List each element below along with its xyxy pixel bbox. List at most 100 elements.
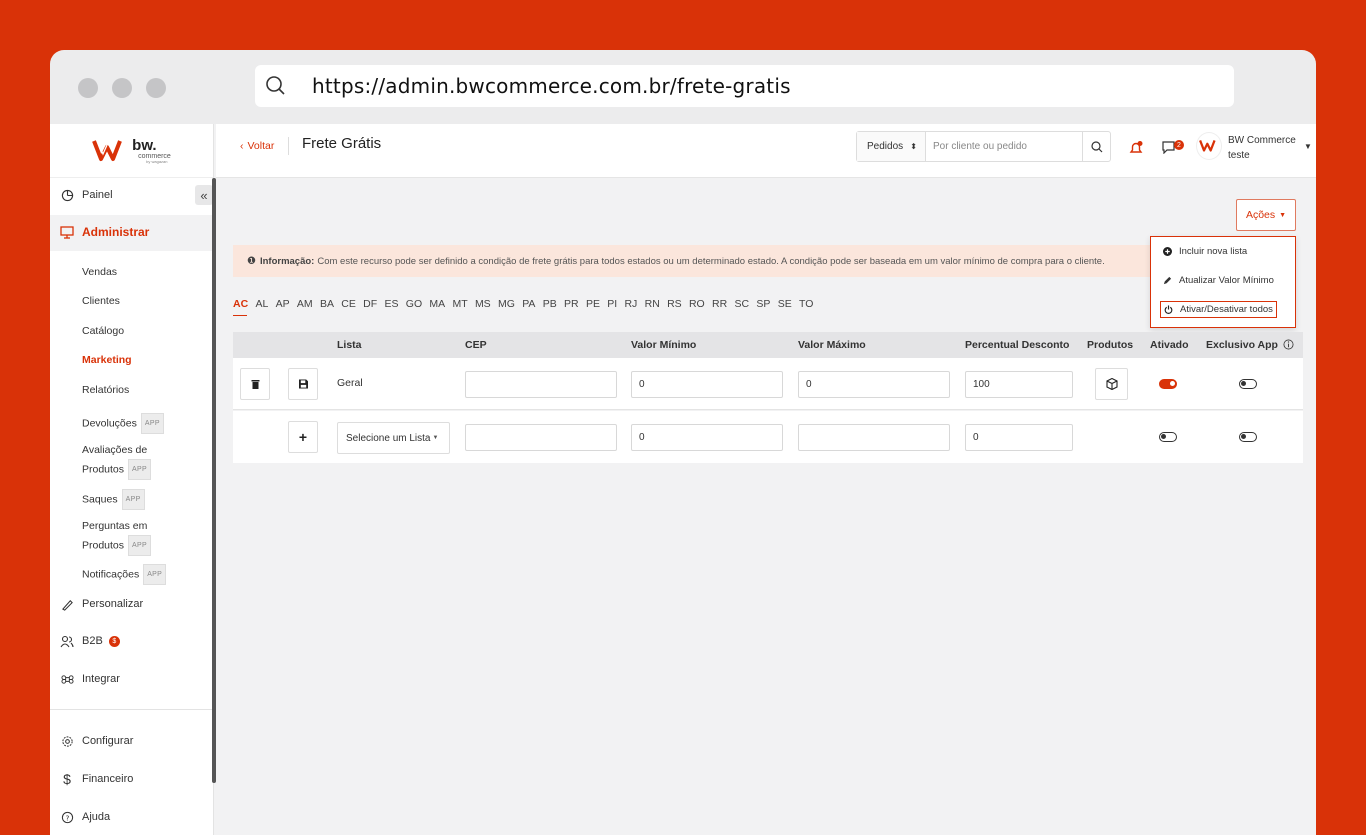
window-dot-close[interactable] — [78, 78, 98, 98]
search-input[interactable] — [926, 132, 1082, 161]
state-tab-rs[interactable]: RS — [667, 298, 682, 316]
products-button[interactable] — [1095, 368, 1128, 400]
back-link[interactable]: ‹ Voltar — [240, 140, 274, 152]
state-tab-sc[interactable]: SC — [734, 298, 749, 316]
sidebar-sub-vendas[interactable]: Vendas — [82, 264, 117, 281]
sidebar-item-label: Financeiro — [82, 773, 134, 785]
add-button[interactable]: + — [288, 421, 318, 453]
state-tab-ms[interactable]: MS — [475, 298, 491, 316]
window-dot-minimize[interactable] — [112, 78, 132, 98]
svg-text:?: ? — [65, 813, 69, 822]
state-tab-sp[interactable]: SP — [756, 298, 770, 316]
sidebar-item-b2b[interactable]: B2B $ — [60, 634, 120, 648]
state-tab-pb[interactable]: PB — [543, 298, 557, 316]
exclusivo-app-toggle[interactable] — [1239, 432, 1257, 442]
state-tab-ro[interactable]: RO — [689, 298, 705, 316]
window-dot-maximize[interactable] — [146, 78, 166, 98]
sidebar-item-configurar[interactable]: Configurar — [60, 734, 133, 748]
state-tab-es[interactable]: ES — [384, 298, 398, 316]
sidebar-sub-notificacoes[interactable]: Notificações APP — [82, 564, 167, 585]
state-tab-ap[interactable]: AP — [276, 298, 290, 316]
sidebar-sub-label: Notificações — [82, 568, 140, 581]
state-tab-se[interactable]: SE — [778, 298, 792, 316]
state-tab-rr[interactable]: RR — [712, 298, 727, 316]
exclusivo-app-toggle[interactable] — [1239, 379, 1257, 389]
search-type-select[interactable]: Pedidos ⬍ — [857, 132, 926, 161]
caret-down-icon: ▼ — [1279, 211, 1287, 219]
state-tab-pr[interactable]: PR — [564, 298, 579, 316]
state-tab-al[interactable]: AL — [255, 298, 268, 316]
sidebar-item-personalizar[interactable]: Personalizar — [60, 597, 143, 611]
user-info[interactable]: BW Commerce teste — [1228, 133, 1296, 163]
sidebar-item-ajuda[interactable]: ? Ajuda — [60, 810, 110, 824]
percentual-input[interactable]: 0 — [965, 424, 1073, 451]
sidebar-sub-catalogo[interactable]: Catálogo — [82, 323, 124, 340]
state-tab-rj[interactable]: RJ — [624, 298, 637, 316]
ativado-toggle[interactable] — [1159, 432, 1177, 442]
save-button[interactable] — [288, 368, 318, 400]
menu-item-atualizar-valor[interactable]: Atualizar Valor Mínimo — [1163, 275, 1274, 286]
sidebar-sub-perguntas[interactable]: Perguntas em Produtos APP — [82, 518, 151, 556]
state-tab-am[interactable]: AM — [297, 298, 313, 316]
state-tab-ba[interactable]: BA — [320, 298, 334, 316]
dollar-badge-icon: $ — [108, 635, 120, 647]
delete-button[interactable] — [240, 368, 270, 400]
messages-button[interactable]: 2 — [1162, 140, 1184, 159]
avatar[interactable] — [1196, 132, 1222, 160]
sidebar-item-label: Ajuda — [82, 811, 111, 823]
state-tab-rn[interactable]: RN — [645, 298, 660, 316]
caret-down-icon[interactable]: ▼ — [1304, 142, 1312, 151]
notifications-button[interactable] — [1128, 140, 1144, 161]
address-bar[interactable]: https://admin.bwcommerce.com.br/frete-gr… — [255, 65, 1234, 107]
logo[interactable]: bw. commerce by wagazan — [50, 124, 213, 178]
sidebar-item-financeiro[interactable]: $ Financeiro — [60, 771, 134, 787]
menu-item-ativar-desativar[interactable]: Ativar/Desativar todos — [1160, 301, 1277, 318]
valor-maximo-input[interactable]: 0 — [798, 371, 950, 398]
state-tab-pi[interactable]: PI — [607, 298, 617, 316]
state-tab-to[interactable]: TO — [799, 298, 813, 316]
sidebar-sub-devolucoes[interactable]: Devoluções APP — [82, 413, 164, 434]
sort-arrows-icon: ⬍ — [910, 142, 917, 151]
sidebar-sub-relatorios[interactable]: Relatórios — [82, 382, 129, 399]
state-tab-ce[interactable]: CE — [341, 298, 356, 316]
sidebar-sub-label: Saques — [82, 493, 118, 506]
sidebar-sub-clientes[interactable]: Clientes — [82, 293, 120, 310]
search-button[interactable] — [1082, 132, 1110, 161]
actions-button[interactable]: Ações ▼ — [1236, 199, 1296, 231]
state-tab-ac[interactable]: AC — [233, 298, 248, 316]
sidebar-sub-saques[interactable]: Saques APP — [82, 489, 145, 510]
percentual-input[interactable]: 100 — [965, 371, 1073, 398]
state-tab-go[interactable]: GO — [406, 298, 422, 316]
cep-input[interactable] — [465, 424, 617, 451]
menu-item-label: Ativar/Desativar todos — [1180, 304, 1273, 315]
state-tab-ma[interactable]: MA — [429, 298, 445, 316]
state-tab-pa[interactable]: PA — [522, 298, 535, 316]
valor-minimo-input[interactable]: 0 — [631, 424, 783, 451]
info-circle-icon[interactable] — [1283, 339, 1294, 350]
logo-tiny: by wagazan — [146, 158, 168, 164]
valor-maximo-input[interactable] — [798, 424, 950, 451]
power-icon — [1164, 305, 1173, 314]
collapse-sidebar-button[interactable]: « — [195, 185, 213, 205]
sidebar-scrollbar[interactable] — [212, 178, 216, 783]
valor-minimo-input[interactable]: 0 — [631, 371, 783, 398]
info-title: Informação: — [259, 255, 315, 267]
sidebar-item-integrar[interactable]: Integrar — [60, 672, 120, 686]
state-tab-mg[interactable]: MG — [498, 298, 515, 316]
state-tab-df[interactable]: DF — [363, 298, 377, 316]
ativado-toggle[interactable] — [1159, 379, 1177, 389]
cep-input[interactable] — [465, 371, 617, 398]
menu-item-incluir-lista[interactable]: Incluir nova lista — [1163, 246, 1247, 257]
url-text[interactable]: https://admin.bwcommerce.com.br/frete-gr… — [312, 74, 791, 98]
state-tab-pe[interactable]: PE — [586, 298, 600, 316]
sidebar-item-label: Personalizar — [82, 598, 144, 610]
sidebar-item-painel[interactable]: Painel — [60, 188, 113, 202]
sidebar-sub-marketing[interactable]: Marketing — [82, 352, 132, 369]
user-name: teste — [1228, 150, 1250, 161]
search-group: Pedidos ⬍ — [856, 131, 1111, 162]
sidebar-item-administrar[interactable]: Administrar — [60, 225, 149, 239]
state-tab-mt[interactable]: MT — [452, 298, 467, 316]
gear-icon — [60, 734, 74, 748]
lista-select[interactable]: Selecione um Lista ▼ — [337, 422, 450, 454]
sidebar-sub-avaliacoes[interactable]: Avaliações de Produtos APP — [82, 442, 151, 480]
